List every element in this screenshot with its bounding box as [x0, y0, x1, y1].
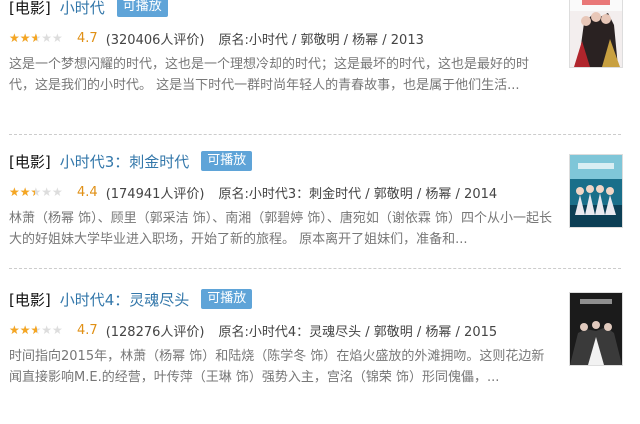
rating-line: ★★★★★ ★★★★★ 4.7 (128276人评价) 原名:小时代4：灵魂尽头… [9, 320, 497, 340]
movie-poster[interactable] [569, 0, 623, 68]
rating-score: 4.4 [77, 184, 98, 200]
movie-description: 时间指向2015年，林萧（杨幂 饰）和陆烧（陈学冬 饰）在焰火盛放的外滩拥吻。这… [9, 349, 545, 385]
rating-count: (174941人评价) [105, 186, 205, 202]
rating-stars-icon: ★★★★★ ★★★★★ [9, 31, 63, 45]
category-label: [电影] [9, 0, 51, 17]
rating-score: 4.7 [77, 322, 98, 338]
divider [9, 268, 621, 269]
movie-description: 这是一个梦想闪耀的时代，这也是一个理想冷却的时代；这是最坏的时代，这也是最好的时… [9, 57, 530, 93]
playable-badge[interactable]: 可播放 [201, 289, 253, 309]
title-line: [电影] 小时代4：灵魂尽头 可播放 [9, 286, 253, 312]
movie-title-link[interactable]: 小时代4：灵魂尽头 [60, 289, 190, 310]
rating-score: 4.7 [77, 30, 98, 46]
rating-count: (320406人评价) [105, 32, 205, 48]
movie-meta: 原名:小时代4：灵魂尽头 / 郭敬明 / 杨幂 / 2015 [218, 324, 498, 340]
rating-line: ★★★★★ ★★★★★ 4.7 (320406人评价) 原名:小时代 / 郭敬明… [9, 28, 424, 48]
playable-badge[interactable]: 可播放 [201, 151, 253, 171]
title-line: [电影] 小时代3：刺金时代 可播放 [9, 148, 253, 174]
rating-line: ★★★★★ ★★★★★ 4.4 (174941人评价) 原名:小时代3：刺金时代… [9, 182, 497, 202]
movie-meta: 原名:小时代 / 郭敬明 / 杨幂 / 2013 [218, 32, 424, 48]
rating-stars-icon: ★★★★★ ★★★★★ [9, 323, 63, 337]
movie-poster[interactable] [569, 292, 623, 366]
divider [9, 134, 621, 135]
playable-badge[interactable]: 可播放 [116, 0, 168, 17]
rating-count: (128276人评价) [105, 324, 205, 340]
rating-stars-icon: ★★★★★ ★★★★★ [9, 185, 63, 199]
title-line: [电影] 小时代 可播放 [9, 0, 168, 20]
category-label: [电影] [9, 152, 51, 171]
movie-poster[interactable] [569, 154, 623, 228]
category-label: [电影] [9, 290, 51, 309]
movie-meta: 原名:小时代3：刺金时代 / 郭敬明 / 杨幂 / 2014 [218, 186, 498, 202]
movie-title-link[interactable]: 小时代3：刺金时代 [60, 151, 190, 172]
movie-description: 林萧（杨幂 饰）、顾里（郭采洁 饰）、南湘（郭碧婷 饰）、唐宛如（谢依霖 饰）四… [9, 211, 553, 247]
movie-title-link[interactable]: 小时代 [60, 0, 105, 18]
